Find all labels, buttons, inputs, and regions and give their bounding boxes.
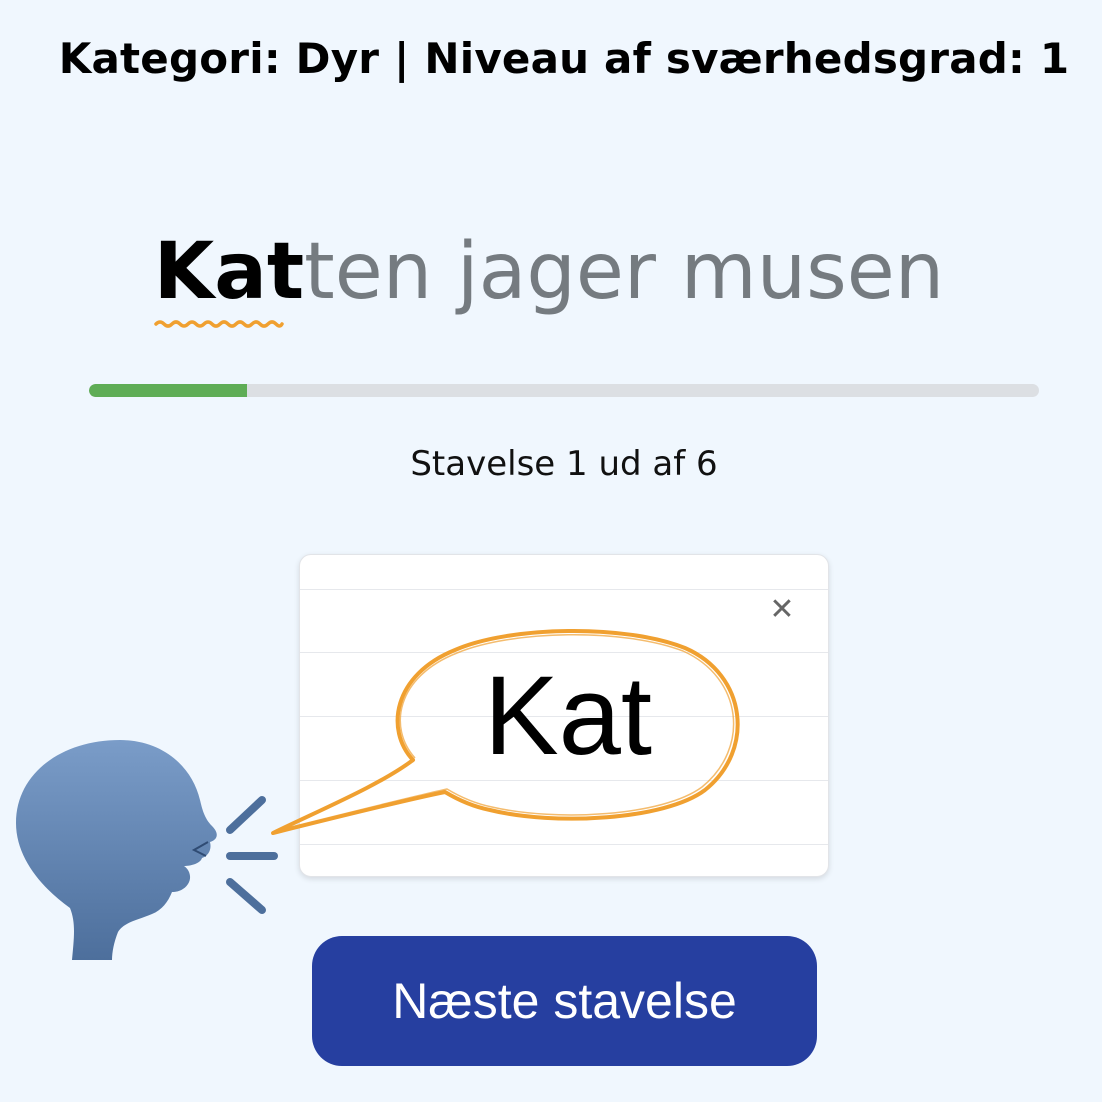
speaking-head-icon — [16, 740, 278, 960]
squiggle-underline-icon — [154, 320, 284, 328]
remaining-sentence-text: ten jager musen — [304, 227, 945, 317]
page-title: Kategori: Dyr | Niveau af sværhedsgrad: … — [58, 34, 1070, 83]
progress-bar — [89, 384, 1039, 397]
card-ruled-line — [300, 780, 828, 781]
active-syllable: Kat — [153, 222, 305, 328]
next-syllable-button[interactable]: Næste stavelse — [312, 936, 817, 1066]
active-syllable-text: Kat — [153, 227, 305, 317]
sentence: Kat ten jager musen — [0, 222, 1102, 328]
card-syllable: Kat — [483, 653, 653, 778]
syllable-counter: Stavelse 1 ud af 6 — [410, 444, 718, 484]
close-icon[interactable]: ✕ — [767, 595, 797, 625]
card-ruled-line — [300, 844, 828, 845]
card-ruled-line — [300, 589, 828, 590]
progress-fill — [89, 384, 248, 397]
